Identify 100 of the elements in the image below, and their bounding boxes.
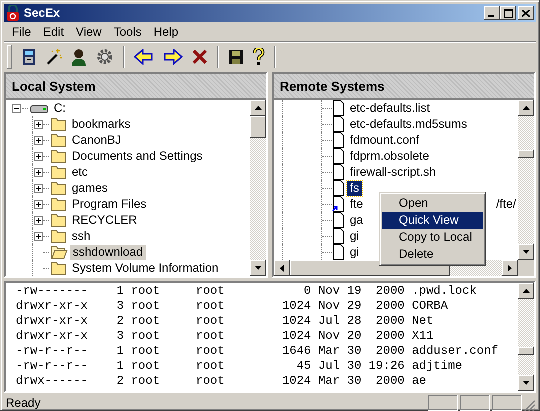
remote-file-item[interactable]: fs — [347, 180, 362, 196]
tree-item[interactable]: System Volume Information — [69, 260, 222, 276]
remote-file-item[interactable]: fte — [347, 196, 366, 212]
menu-item[interactable]: Quick View — [382, 212, 483, 229]
cross-icon[interactable] — [192, 49, 208, 65]
file-icon — [332, 100, 345, 116]
help-icon[interactable] — [253, 48, 265, 66]
wand-icon[interactable] — [46, 48, 62, 66]
left-arrow-icon[interactable] — [134, 49, 154, 65]
listing-line: drwxr-xr-x 3 root root 1024 Nov 20 2000 X11 — [16, 329, 435, 344]
menu-item[interactable]: Help — [148, 24, 185, 38]
remote-file-item[interactable]: fdprm.obsolete — [347, 148, 432, 164]
file-icon — [332, 244, 345, 260]
padlock-icon — [6, 5, 20, 21]
menu-item[interactable]: Tools — [108, 24, 148, 38]
remote-file-item[interactable]: etc-defaults.list — [347, 100, 434, 116]
close-button[interactable] — [518, 6, 534, 20]
status-panel — [492, 395, 522, 411]
expand-icon[interactable] — [34, 184, 42, 192]
expand-icon[interactable] — [34, 200, 42, 208]
scroll-down-button[interactable] — [518, 375, 534, 391]
down-arrow-icon — [522, 250, 530, 254]
tree-item[interactable]: Program Files — [69, 196, 150, 212]
listing-line: -rw-r--r-- 1 root root 45 Jul 30 19:26 adjtime — [16, 359, 464, 374]
menu-item[interactable]: Open — [382, 195, 483, 212]
menu-item[interactable]: Edit — [37, 24, 70, 38]
remote-file-item[interactable]: gi — [347, 244, 362, 260]
expand-icon[interactable] — [34, 136, 42, 144]
folder-icon — [51, 132, 67, 148]
scroll-down-button[interactable] — [250, 260, 266, 276]
scroll-down-button[interactable] — [518, 244, 534, 260]
file-icon — [332, 212, 345, 228]
minimize-button[interactable] — [484, 6, 500, 20]
tree-item[interactable]: ssh — [69, 228, 94, 244]
menu-item[interactable]: Copy to Local — [382, 229, 483, 246]
scroll-right-button[interactable] — [502, 260, 518, 276]
folder-icon — [51, 260, 67, 276]
vertical-scrollbar[interactable] — [250, 100, 266, 276]
listing-line: drwxr-xr-x 2 root root 1024 Jul 28 2000 Net — [16, 314, 435, 329]
remote-file-item[interactable]: gi — [347, 228, 362, 244]
tree-item[interactable]: games — [69, 180, 112, 196]
menu-item[interactable]: File — [6, 24, 38, 38]
expand-icon[interactable] — [34, 152, 42, 160]
expand-icon[interactable] — [34, 216, 42, 224]
scroll-thumb[interactable] — [518, 150, 534, 158]
tree-item[interactable]: sshdownload — [70, 244, 146, 260]
scroll-up-button[interactable] — [518, 100, 534, 116]
maximize-icon — [504, 8, 512, 18]
expand-icon[interactable] — [34, 120, 42, 128]
folder-icon — [51, 212, 67, 228]
file-icon — [332, 148, 345, 164]
remote-file-item[interactable]: etc-defaults.md5sums — [347, 116, 470, 132]
scroll-thumb[interactable] — [518, 347, 534, 355]
up-arrow-icon — [254, 106, 262, 110]
vertical-scrollbar[interactable] — [518, 283, 534, 391]
scroll-up-button[interactable] — [518, 283, 534, 299]
scroll-thumb[interactable] — [250, 116, 266, 138]
gear-icon[interactable] — [96, 48, 114, 66]
device-icon[interactable] — [21, 48, 37, 66]
close-icon — [522, 10, 530, 16]
folder-icon — [51, 116, 67, 132]
folder-icon — [51, 228, 67, 244]
scroll-up-button[interactable] — [250, 100, 266, 116]
tree-item[interactable]: Documents and Settings — [69, 148, 206, 164]
shortcut-file-icon — [332, 196, 345, 212]
tree-item[interactable]: bookmarks — [69, 116, 134, 132]
listing-line: -rw-r--r-- 1 root root 1646 Mar 30 2000 adduser.conf — [16, 344, 500, 359]
file-item-text: /fte/ — [496, 197, 516, 211]
remote-file-item[interactable]: ga — [347, 212, 366, 228]
person-icon[interactable] — [71, 48, 87, 66]
collapse-icon[interactable] — [12, 104, 21, 112]
up-arrow-icon — [522, 289, 530, 293]
scroll-left-button[interactable] — [274, 260, 290, 276]
remote-file-item[interactable]: fdmount.conf — [347, 132, 422, 148]
tree-item[interactable]: CanonBJ — [69, 132, 124, 148]
folder-icon — [51, 148, 67, 164]
remote-file-item[interactable]: firewall-script.sh — [347, 164, 440, 180]
tree-item[interactable]: etc — [69, 164, 92, 180]
expand-icon[interactable] — [34, 232, 42, 240]
folder-icon — [51, 196, 67, 212]
tree-item[interactable]: C: — [51, 100, 69, 116]
file-icon — [332, 116, 345, 132]
tree-item[interactable]: RECYCLER — [69, 212, 140, 228]
right-arrow-icon[interactable] — [163, 49, 183, 65]
vertical-scrollbar[interactable] — [518, 100, 534, 260]
open-folder-icon — [51, 244, 68, 260]
expand-icon[interactable] — [34, 168, 42, 176]
listing-line: drwxr-xr-x 3 root root 1024 Nov 29 2000 CORBA — [16, 299, 450, 314]
menu-item[interactable]: Delete — [382, 246, 483, 263]
file-icon — [332, 228, 345, 244]
up-arrow-icon — [522, 106, 530, 110]
resize-grip-icon[interactable] — [524, 400, 536, 411]
folder-icon — [51, 180, 67, 196]
scrollbar-corner — [518, 260, 534, 276]
status-panel — [460, 395, 490, 411]
left-arrow-icon — [280, 264, 284, 272]
menu-item[interactable]: View — [70, 24, 108, 38]
pane-header: Local System — [6, 74, 266, 100]
maximize-button[interactable] — [500, 6, 516, 20]
down-arrow-icon — [254, 266, 262, 270]
